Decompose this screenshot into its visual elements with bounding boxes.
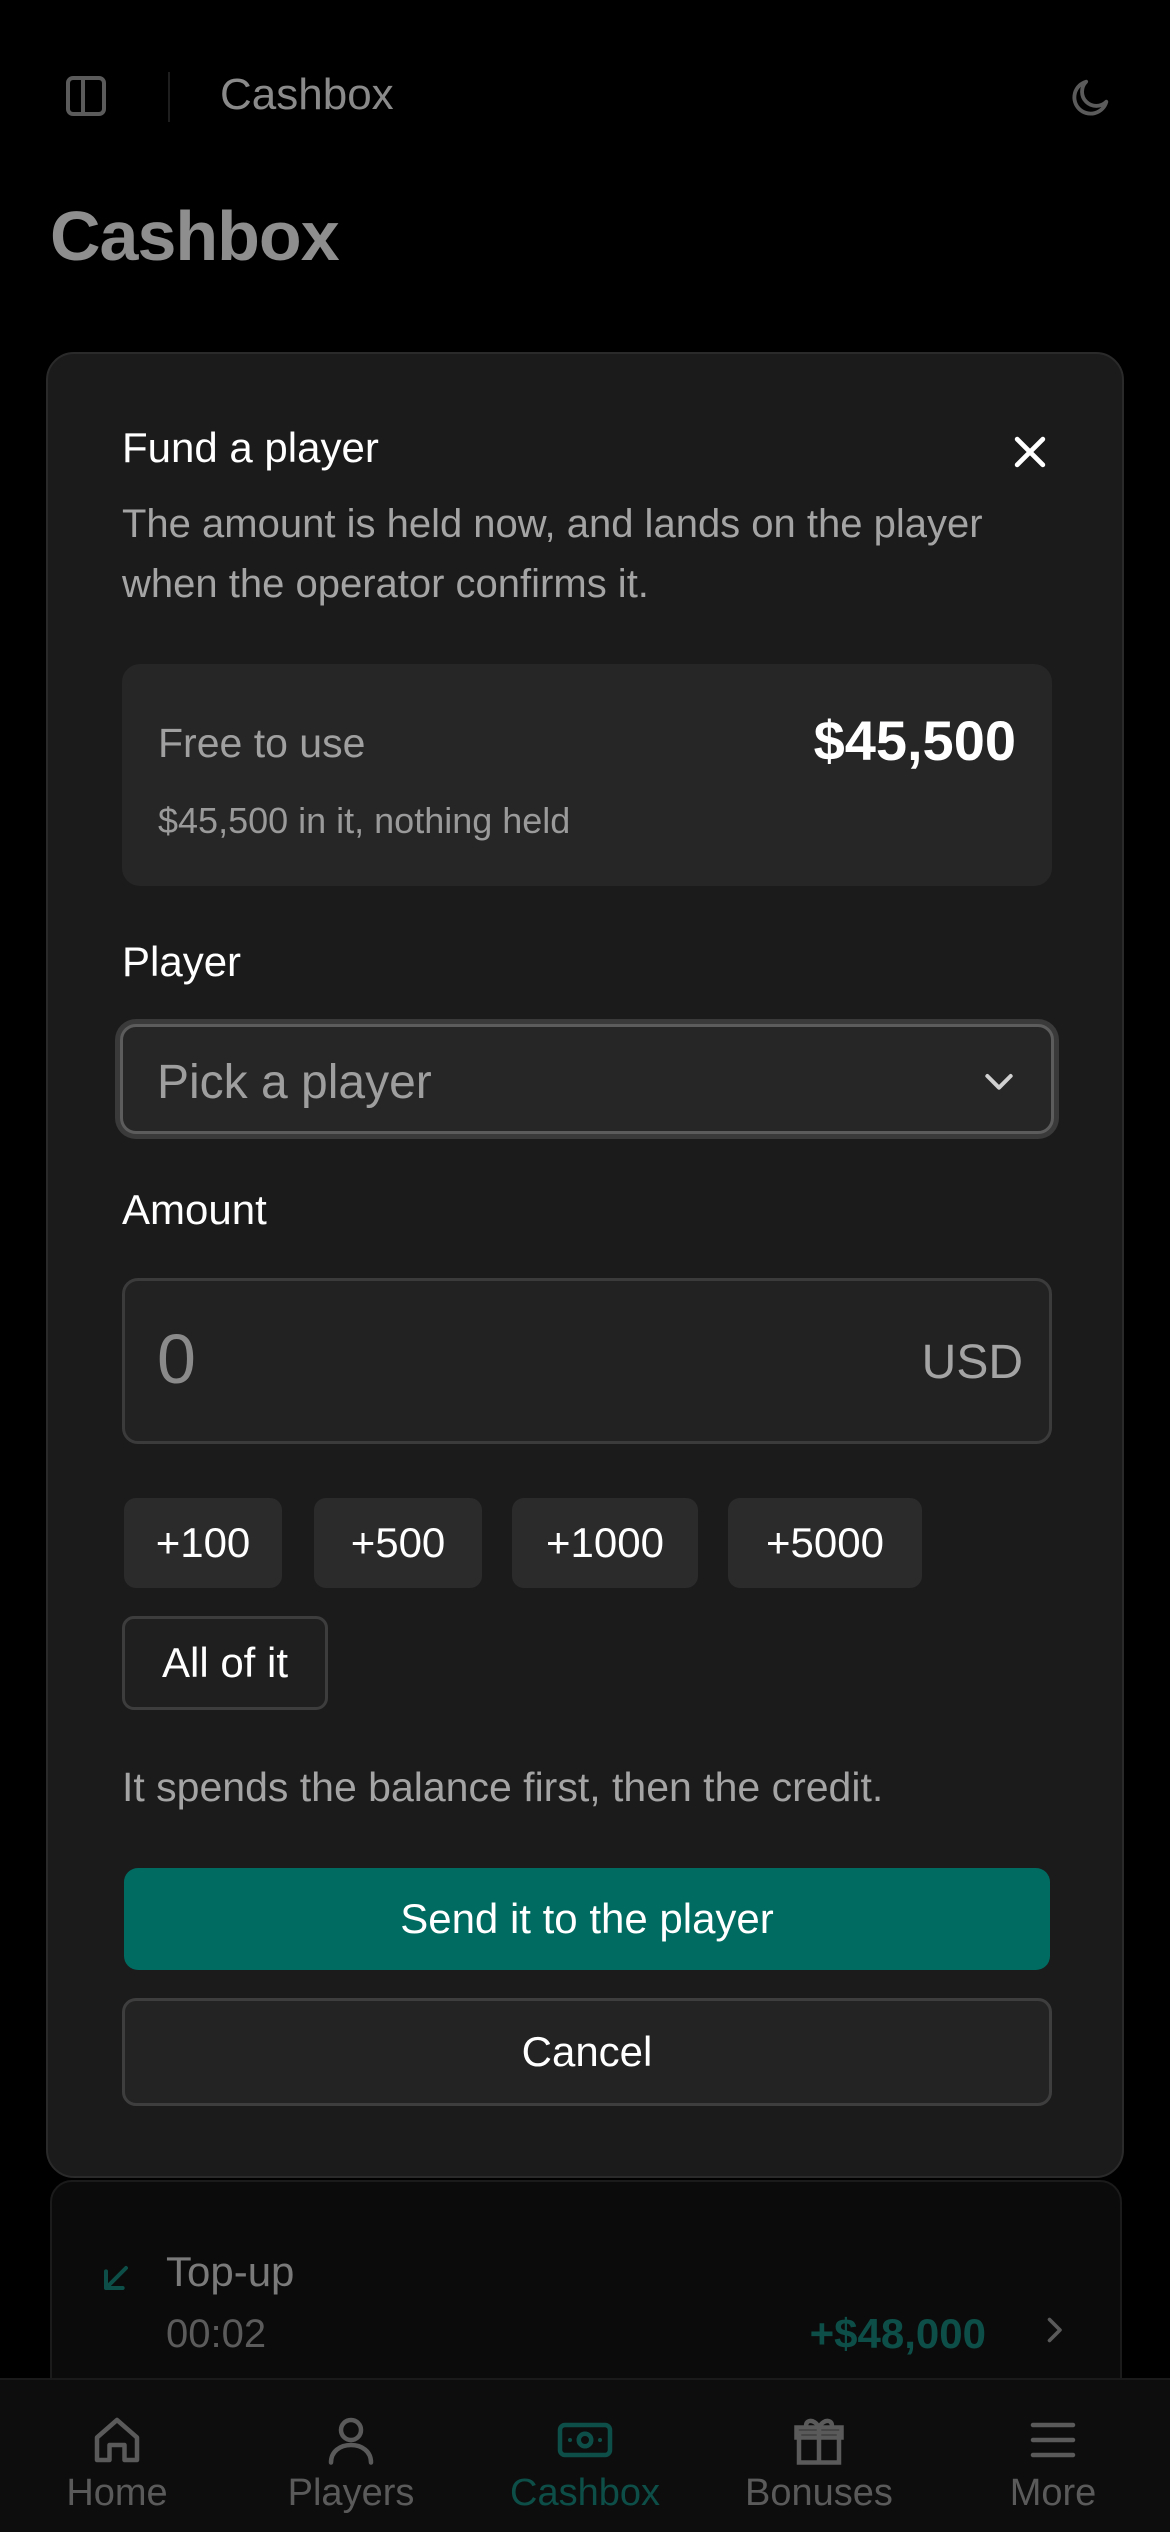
player-select-placeholder: Pick a player <box>157 1056 432 1109</box>
menu-icon <box>1030 2422 1076 2458</box>
transaction-row[interactable]: Top-up 00:02 +$48,000 <box>50 2212 1122 2382</box>
quick-amount-5000[interactable]: +5000 <box>728 1498 922 1588</box>
nav-label: Bonuses <box>745 2472 893 2514</box>
transaction-title: Top-up <box>166 2248 295 2295</box>
transaction-time: 00:02 <box>166 2312 267 2356</box>
balance-value: $45,500 <box>813 709 1016 772</box>
player-select[interactable]: Pick a player <box>120 1024 1054 1134</box>
bottom-nav: Home Players Cashbox Bonuses More <box>0 2378 1170 2532</box>
nav-item-more[interactable]: More <box>936 2380 1170 2532</box>
sidebar-toggle-icon[interactable] <box>66 76 106 116</box>
dialog-title: Fund a player <box>122 424 379 471</box>
quick-amount-500[interactable]: +500 <box>314 1498 482 1588</box>
arrow-down-left-icon <box>104 2266 128 2290</box>
nav-label: Cashbox <box>510 2472 660 2514</box>
nav-item-players[interactable]: Players <box>234 2380 468 2532</box>
player-label: Player <box>122 938 242 985</box>
amount-input[interactable]: 0 USD <box>122 1278 1052 1444</box>
user-icon <box>328 2417 374 2465</box>
amount-label: Amount <box>122 1186 267 1233</box>
spending-hint: It spends the balance first, then the cr… <box>122 1764 884 1810</box>
send-button[interactable]: Send it to the player <box>124 1868 1050 1970</box>
fund-player-dialog: Fund a player The amount is held now, an… <box>46 352 1124 2178</box>
nav-label: Home <box>66 2472 168 2514</box>
dialog-description: The amount is held now, and lands on the… <box>122 502 983 606</box>
page-title: Cashbox <box>50 197 340 275</box>
home-icon <box>94 2417 140 2463</box>
nav-label: More <box>1009 2472 1097 2514</box>
divider <box>168 72 170 122</box>
nav-label: Players <box>287 2472 415 2514</box>
top-bar: Cashbox <box>0 0 1170 190</box>
chevron-right-icon <box>1047 2317 1062 2343</box>
cash-icon <box>557 2422 613 2458</box>
nav-item-home[interactable]: Home <box>0 2380 234 2532</box>
nav-item-bonuses[interactable]: Bonuses <box>702 2380 936 2532</box>
all-of-it-button[interactable]: All of it <box>122 1616 328 1710</box>
cancel-button[interactable]: Cancel <box>122 1998 1052 2106</box>
close-icon[interactable] <box>1008 430 1052 474</box>
transaction-amount: +$48,000 <box>809 2310 986 2357</box>
chevron-down-icon <box>985 1074 1013 1090</box>
quick-amount-1000[interactable]: +1000 <box>512 1498 698 1588</box>
balance-label: Free to use <box>158 720 366 766</box>
amount-currency: USD <box>921 1336 1023 1389</box>
moon-icon[interactable] <box>1068 74 1114 120</box>
nav-item-cashbox[interactable]: Cashbox <box>468 2380 702 2532</box>
balance-summary: Free to use $45,500 $45,500 in it, nothi… <box>122 664 1052 886</box>
gift-icon <box>794 2418 844 2465</box>
amount-value: 0 <box>157 1320 196 1398</box>
balance-subtext: $45,500 in it, nothing held <box>158 800 571 841</box>
quick-amount-100[interactable]: +100 <box>124 1498 282 1588</box>
breadcrumb-title: Cashbox <box>220 70 394 119</box>
